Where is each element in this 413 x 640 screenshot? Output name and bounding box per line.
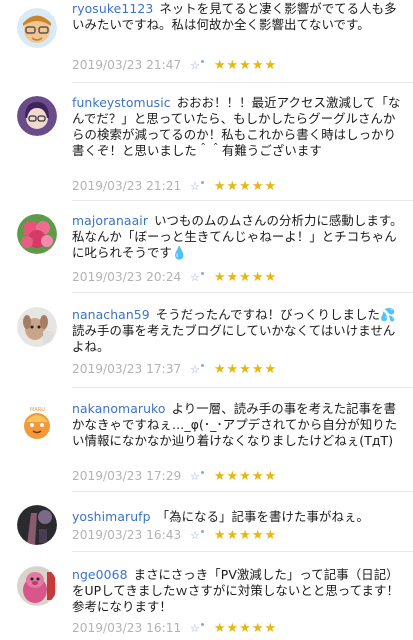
comment-item: MARU nakanomaruko より一層、読み手の事を考えた記事を書かなきゃで… — [0, 394, 413, 498]
divider — [72, 82, 413, 83]
star-rating: ★★★★★ — [213, 269, 278, 285]
avatar[interactable] — [17, 214, 57, 254]
username-link[interactable]: nanachan59 — [72, 307, 150, 322]
divider — [72, 387, 413, 388]
username-link[interactable]: majoranaair — [72, 213, 148, 228]
comment-date: 2019/03/23 21:47 — [72, 58, 182, 72]
comment-meta: 2019/03/23 17:29 ☆ ★★★★★ — [72, 467, 277, 485]
comment-meta: 2019/03/23 21:21 ☆ ★★★★★ — [72, 177, 277, 195]
comment-item: yoshimarufp 「為になる」記事を書けた事がねぇ。 2019/03/23 … — [0, 498, 413, 560]
divider — [72, 292, 413, 293]
comment-item: nge0068 まさにさっき「PV激減した」って記事（日記）をUPしてきましたｗさ… — [0, 560, 413, 640]
avatar[interactable]: MARU — [17, 402, 57, 442]
comment-text: 「為になる」記事を書けた事がねぇ。 — [156, 509, 369, 524]
add-star-icon[interactable]: ☆ — [190, 180, 204, 193]
comment-date: 2019/03/23 16:11 — [72, 621, 182, 635]
avatar[interactable] — [17, 307, 57, 347]
add-star-icon[interactable]: ☆ — [190, 271, 204, 284]
comment-meta: 2019/03/23 17:37 ☆ ★★★★★ — [72, 360, 277, 378]
star-rating: ★★★★★ — [213, 620, 278, 636]
comment-meta: 2019/03/23 21:47 ☆ ★★★★★ — [72, 56, 277, 74]
avatar[interactable] — [17, 505, 57, 545]
avatar[interactable] — [17, 566, 57, 606]
comment-meta: 2019/03/23 20:24 ☆ ★★★★★ — [72, 268, 277, 286]
comment-meta: 2019/03/23 16:43 ☆ ★★★★★ — [72, 526, 277, 544]
username-link[interactable]: yoshimarufp — [72, 509, 151, 524]
comment-date: 2019/03/23 21:21 — [72, 179, 182, 193]
comment-item: ryosuke1123 ネットを見てると凄く影響がでてる人も多いみたいですね。私は… — [0, 0, 413, 88]
comment-date: 2019/03/23 17:37 — [72, 362, 182, 376]
comment-meta: 2019/03/23 16:11 ☆ ★★★★★ — [72, 619, 277, 637]
username-link[interactable]: nge0068 — [72, 567, 128, 582]
avatar[interactable] — [17, 96, 57, 136]
add-star-icon[interactable]: ☆ — [190, 59, 204, 72]
username-link[interactable]: funkeystomusic — [72, 95, 171, 110]
star-rating: ★★★★★ — [213, 468, 278, 484]
comment-date: 2019/03/23 17:29 — [72, 469, 182, 483]
add-star-icon[interactable]: ☆ — [190, 363, 204, 376]
add-star-icon[interactable]: ☆ — [190, 622, 204, 635]
username-link[interactable]: nakanomaruko — [72, 401, 166, 416]
divider — [72, 491, 413, 492]
comment-item: nanachan59 そうだったんですね！びっくりしました💦読み手の事を考えたブロ… — [0, 298, 413, 394]
star-rating: ★★★★★ — [213, 361, 278, 377]
star-rating: ★★★★★ — [213, 527, 278, 543]
avatar[interactable] — [17, 8, 57, 48]
add-star-icon[interactable]: ☆ — [190, 529, 204, 542]
add-star-icon[interactable]: ☆ — [190, 470, 204, 483]
svg-text:MARU: MARU — [30, 407, 45, 413]
divider — [72, 551, 413, 552]
star-rating: ★★★★★ — [213, 178, 278, 194]
star-rating: ★★★★★ — [213, 57, 278, 73]
comment-item: funkeystomusic おおお！！！最近アクセス激減して「なんでだ？」と思っ… — [0, 88, 413, 201]
comment-date: 2019/03/23 20:24 — [72, 270, 182, 284]
username-link[interactable]: ryosuke1123 — [72, 1, 153, 16]
comment-date: 2019/03/23 16:43 — [72, 528, 182, 542]
comment-item: majoranaair いつものムのムさんの分析力に感動します。私なんか「ぼーっと… — [0, 200, 413, 298]
